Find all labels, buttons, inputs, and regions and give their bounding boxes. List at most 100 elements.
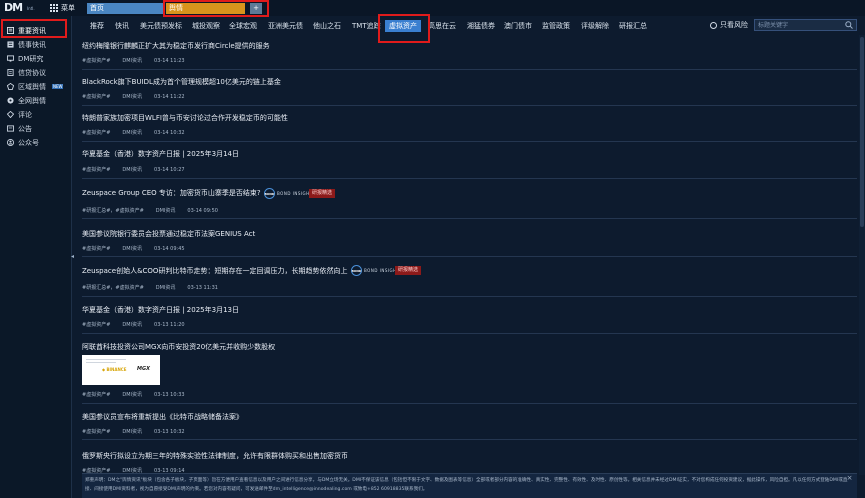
tab-home[interactable]: 首页 (87, 3, 163, 14)
news-tags: #虚拟资产# (82, 58, 111, 64)
list-item[interactable]: BlackRock旗下BUIDL成为首个管理规模超10亿美元的链上基金 #虚拟资… (82, 70, 857, 106)
only-risk-toggle[interactable]: 只看风险 (710, 20, 748, 30)
search-icon[interactable] (845, 21, 853, 29)
list-item[interactable]: 阿联酋科技投资公司MGX向币安投资20亿美元并收购少数股权 ◆ BINANCE … (82, 334, 857, 404)
news-title[interactable]: Zeuspace Group CEO 专访：加密货币山寨季是否结束? (82, 188, 261, 198)
news-title[interactable]: 阿联酋科技投资公司MGX向币安投资20亿美元并收购少数股权 (82, 342, 275, 352)
collapse-handle[interactable]: ◂ (71, 253, 75, 265)
sidebar-item-label: 信贷协议 (18, 68, 46, 77)
category-regulation[interactable]: 监管政策 (542, 20, 570, 32)
news-title[interactable]: 华夏基金（香港）数字资产日报 | 2025年3月13日 (82, 305, 239, 315)
news-source: DMI资讯 (122, 167, 143, 173)
news-title[interactable]: 纽约梅隆银行麒麟正扩大其为稳定币发行商Circle提供的服务 (82, 41, 270, 51)
mgx-logo: MGX (137, 366, 150, 372)
highlight-box (1, 19, 67, 38)
news-time: 03-14 11:22 (154, 94, 185, 100)
binance-logo: ◆ BINANCE (102, 367, 127, 372)
announcement-icon (7, 125, 14, 132)
list-item[interactable]: 美国参议院银行委员会投票通过稳定币法案GENIUS Act #虚拟资产# DMI资… (82, 219, 857, 257)
news-time: 03-13 10:33 (154, 392, 185, 398)
sidebar-item-debt-flash[interactable]: 债事快讯 (0, 38, 70, 51)
dm-logo[interactable]: DM Intl. (4, 1, 40, 14)
category-other-stones[interactable]: 他山之石 (313, 20, 341, 32)
news-title[interactable]: 美国参议员宣布将重新提出《比特币战略储备法案》 (82, 412, 243, 422)
news-meta: #虚拟资产# DMI资讯 03-14 10:32 (82, 129, 197, 136)
sidebar-item-dm-research[interactable]: DM研究 (0, 52, 70, 65)
scrollbar-thumb[interactable] (860, 37, 864, 227)
new-badge: NEW (52, 84, 64, 89)
news-time: 03-14 10:32 (154, 130, 185, 136)
sidebar-item-official-account[interactable]: 公众号 (0, 136, 70, 149)
list-item[interactable]: 特朗普家族加密项目WLFI曾与币安讨论过合作开发稳定币的可能性 #虚拟资产# DM… (82, 106, 857, 142)
news-title[interactable]: Zeuspace创始人&COO研判比特币走势：短期存在一定回调压力，长期趋势依然… (82, 266, 347, 276)
menu-button[interactable]: 菜单 (50, 2, 75, 14)
news-title[interactable]: 俄罗斯央行拟设立为期三年的特殊实验性法律制度，允许有限群体购买和出售加密货币 (82, 451, 348, 461)
news-meta: #虚拟资产# DMI资讯 03-14 11:22 (82, 93, 197, 100)
news-tags: #虚拟资产# (82, 167, 111, 173)
list-item[interactable]: 美国参议员宣布将重新提出《比特币战略储备法案》 #虚拟资产# DMI资讯 03-13… (82, 404, 857, 440)
category-usd-bond-pre[interactable]: 美元债预发标 (140, 20, 182, 32)
category-gaosi[interactable]: 高思在云 (428, 20, 456, 32)
news-source: DMI资讯 (155, 208, 176, 214)
list-item[interactable]: Zeuspace创始人&COO研判比特币走势：短期存在一定回调压力，长期趋势依然… (82, 257, 857, 297)
highlight-box (378, 14, 430, 43)
sidebar-item-credit-agreement[interactable]: 信贷协议 (0, 66, 70, 79)
category-reports[interactable]: 研报汇总 (619, 20, 647, 32)
close-icon[interactable]: × (845, 474, 854, 483)
category-macau-bond[interactable]: 澳门债市 (504, 20, 532, 32)
news-meta: #研报汇总#，#虚拟资产# DMI资讯 03-13 11:31 (82, 284, 230, 291)
highlight-box (163, 0, 269, 17)
bond-insight-logo: BOND BOND INSIGHT (264, 188, 313, 199)
list-item[interactable]: 华夏基金（香港）数字资产日报 | 2025年3月14日 #虚拟资产# DMI资讯 0… (82, 142, 857, 179)
list-item[interactable]: 纽约梅隆银行麒麟正扩大其为稳定币发行商Circle提供的服务 #虚拟资产# DMI… (82, 35, 857, 70)
region-icon (7, 83, 14, 90)
feed-scrollbar[interactable] (859, 35, 865, 475)
news-source: DMI资讯 (122, 130, 143, 136)
comment-icon (7, 111, 14, 118)
category-xiangmeng[interactable]: 湘猛债券 (467, 20, 495, 32)
category-global-macro[interactable]: 全球宏观 (229, 20, 257, 32)
report-badge: 研报精选 (309, 189, 336, 198)
news-meta: #虚拟资产# DMI资讯 03-13 10:32 (82, 428, 197, 435)
news-meta: #虚拟资产# DMI资讯 03-14 09:45 (82, 245, 197, 252)
category-tmt[interactable]: TMT追踪 (352, 20, 381, 32)
list-item[interactable]: 华夏基金（香港）数字资产日报 | 2025年3月13日 #虚拟资产# DMI资讯 0… (82, 297, 857, 334)
news-tags: #虚拟资产# (82, 246, 111, 252)
sidebar-item-label: 评论 (18, 110, 32, 119)
category-lgfv[interactable]: 城投观察 (192, 20, 220, 32)
news-title[interactable]: 华夏基金（香港）数字资产日报 | 2025年3月14日 (82, 149, 239, 159)
sidebar: 重要资讯 债事快讯 DM研究 信贷协议 区域舆情 NEW 全网舆情 评论 公告 … (0, 16, 72, 498)
news-tags: #研报汇总#，#虚拟资产# (82, 285, 144, 291)
list-item[interactable]: 俄罗斯央行拟设立为期三年的特殊实验性法律制度，允许有限群体购买和出售加密货币 #… (82, 440, 857, 475)
news-tags: #虚拟资产# (82, 94, 111, 100)
flash-icon (7, 41, 14, 48)
sidebar-item-announcement[interactable]: 公告 (0, 122, 70, 135)
news-time: 03-13 10:32 (154, 429, 185, 435)
category-asia-usd-bond[interactable]: 亚洲美元债 (268, 20, 303, 32)
news-title[interactable]: 美国参议院银行委员会投票通过稳定币法案GENIUS Act (82, 229, 255, 239)
search-input[interactable] (754, 19, 857, 31)
sidebar-item-network-sentiment[interactable]: 全网舆情 (0, 94, 70, 107)
category-flash[interactable]: 快讯 (115, 20, 129, 32)
news-title[interactable]: 特朗普家族加密项目WLFI曾与币安讨论过合作开发稳定币的可能性 (82, 113, 288, 123)
news-meta: #虚拟资产# DMI资讯 03-14 11:23 (82, 57, 197, 64)
news-thumbnail[interactable]: ◆ BINANCE MGX (82, 355, 160, 385)
news-source: DMI资讯 (122, 322, 143, 328)
logo-text: DM (4, 1, 23, 14)
news-time: 03-14 09:45 (154, 246, 185, 252)
news-source: DMI资讯 (155, 285, 176, 291)
news-meta: #虚拟资产# DMI资讯 03-13 10:33 (82, 391, 197, 398)
news-title[interactable]: BlackRock旗下BUIDL成为首个管理规模超10亿美元的链上基金 (82, 77, 281, 87)
category-rating[interactable]: 评级解除 (581, 20, 609, 32)
sidebar-item-label: 区域舆情 (18, 82, 46, 91)
list-item[interactable]: Zeuspace Group CEO 专访：加密货币山寨季是否结束? BOND B… (82, 179, 857, 219)
grid-menu-icon (50, 4, 58, 12)
news-tags: #研报汇总#，#虚拟资产# (82, 208, 144, 214)
news-meta: #虚拟资产# DMI资讯 03-13 11:20 (82, 321, 197, 328)
news-tags: #虚拟资产# (82, 322, 111, 328)
category-recommend[interactable]: 推荐 (90, 20, 104, 32)
news-meta: #虚拟资产# DMI资讯 03-14 10:27 (82, 166, 197, 173)
sidebar-item-label: 公告 (18, 124, 32, 133)
sidebar-item-comment[interactable]: 评论 (0, 108, 70, 121)
sidebar-item-regional-sentiment[interactable]: 区域舆情 NEW (0, 80, 70, 93)
